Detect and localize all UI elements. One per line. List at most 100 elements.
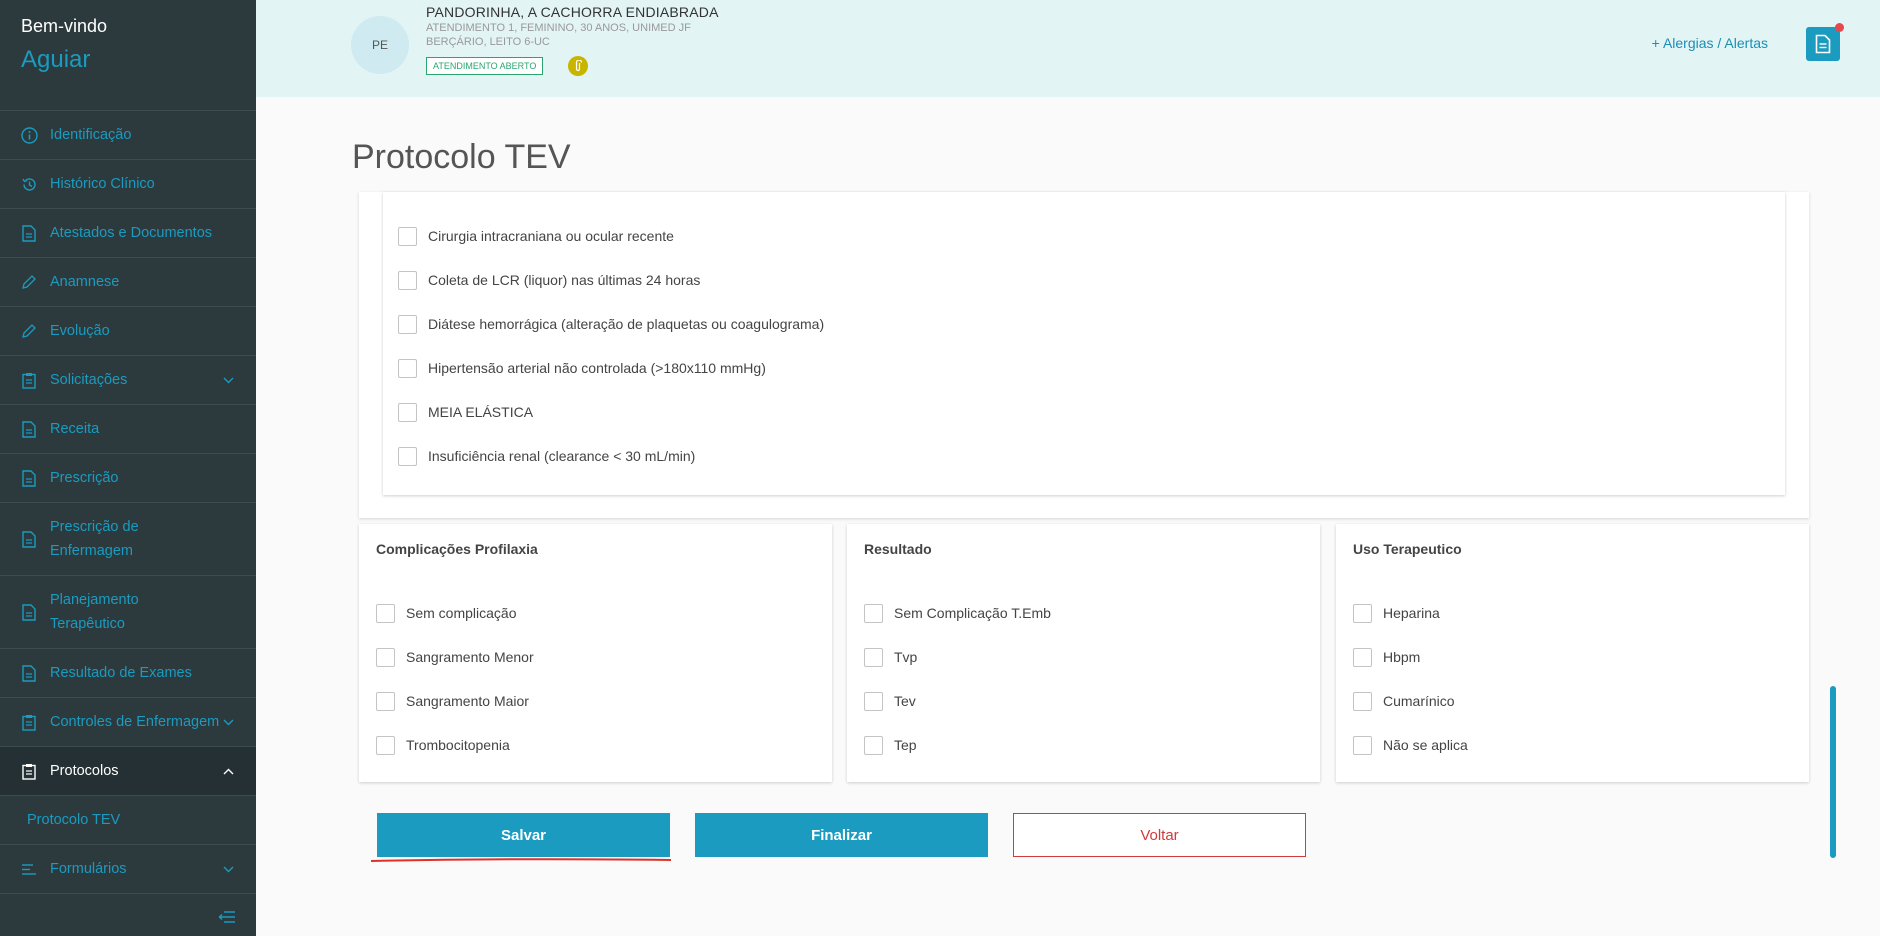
checkbox[interactable] [398, 314, 417, 334]
card-complicacoes-profilaxia: Complicações Profilaxia Sem complicação … [359, 524, 832, 782]
list-item[interactable]: Cumarínico [1353, 679, 1468, 723]
list-item[interactable]: Trombocitopenia [376, 723, 534, 767]
list-item[interactable]: Tev [864, 679, 1051, 723]
sidebar-item-controles-enfermagem[interactable]: Controles de Enfermagem [0, 698, 256, 747]
checkbox[interactable] [1353, 735, 1372, 755]
save-button[interactable]: Salvar [377, 813, 670, 857]
checkbox[interactable] [864, 735, 883, 755]
allergies-alerts-link[interactable]: + Alergias / Alertas [1652, 35, 1768, 51]
checkbox[interactable] [376, 735, 395, 755]
pencil-icon [20, 322, 38, 340]
sidebar-item-protocolos[interactable]: Protocolos [0, 747, 256, 796]
sidebar-item-label: Formulários [50, 861, 127, 877]
checkbox[interactable] [398, 402, 417, 422]
sidebar-item-prescricao-enfermagem[interactable]: Prescrição de Enfermagem [0, 503, 256, 576]
checkbox[interactable] [376, 603, 395, 623]
sidebar-subitem-protocolo-tev[interactable]: Protocolo TEV [0, 796, 256, 845]
sidebar-item-receita[interactable]: Receita [0, 405, 256, 454]
back-button[interactable]: Voltar [1013, 813, 1306, 857]
checkbox[interactable] [398, 270, 417, 290]
list-item[interactable]: Hipertensão arterial não controlada (>18… [398, 346, 824, 390]
document-icon [20, 469, 38, 487]
sidebar: Bem-vindo Aguiar Identificação Histórico… [0, 0, 256, 936]
document-icon [20, 603, 38, 621]
page-title: Protocolo TEV [352, 138, 571, 176]
checkbox[interactable] [398, 226, 417, 246]
sidebar-item-label: Histórico Clínico [50, 176, 155, 192]
sidebar-item-planejamento[interactable]: Planejamento Terapêutico [0, 576, 256, 649]
patient-location: BERÇÁRIO, LEITO 6-UC [426, 36, 550, 48]
checkbox[interactable] [1353, 603, 1372, 623]
list-item[interactable]: Coleta de LCR (liquor) nas últimas 24 ho… [398, 258, 824, 302]
list-item[interactable]: Tvp [864, 635, 1051, 679]
red-underline-annotation [371, 858, 671, 862]
collapse-sidebar-icon[interactable] [218, 910, 236, 924]
documents-button[interactable] [1806, 23, 1844, 61]
sidebar-item-label: Prescrição de Enfermagem [50, 519, 139, 559]
pencil-icon [20, 273, 38, 291]
chevron-up-icon [222, 765, 234, 777]
checkbox[interactable] [1353, 647, 1372, 667]
list-item[interactable]: Sem Complicação T.Emb [864, 591, 1051, 635]
scrollbar[interactable] [1830, 686, 1836, 858]
contraindications-card: Cirurgia intracraniana ou ocular recente… [383, 192, 1785, 495]
list-item[interactable]: Sangramento Menor [376, 635, 534, 679]
sidebar-item-resultado-exames[interactable]: Resultado de Exames [0, 649, 256, 698]
list-item[interactable]: Heparina [1353, 591, 1468, 635]
checkbox-label: Sangramento Maior [406, 693, 529, 709]
history-icon [20, 175, 38, 193]
notification-dot [1835, 23, 1844, 32]
clipboard-icon [20, 371, 38, 389]
chevron-down-icon [222, 863, 234, 875]
patient-details: ATENDIMENTO 1, FEMININO, 30 ANOS, UNIMED… [426, 22, 691, 34]
sidebar-item-label: Protocolos [50, 763, 119, 779]
document-icon [20, 224, 38, 242]
sidebar-item-label: Prescrição [50, 470, 119, 486]
sidebar-item-prescricao[interactable]: Prescrição [0, 454, 256, 503]
card-title: Resultado [864, 541, 932, 557]
checkbox[interactable] [398, 446, 417, 466]
sidebar-item-label: Controles de Enfermagem [50, 714, 220, 730]
finish-button[interactable]: Finalizar [695, 813, 988, 857]
sidebar-item-formularios[interactable]: Formulários [0, 845, 256, 894]
list-item[interactable]: Diátese hemorrágica (alteração de plaque… [398, 302, 824, 346]
welcome-block: Bem-vindo Aguiar [0, 0, 256, 111]
card-title: Uso Terapeutico [1353, 541, 1462, 557]
checkbox[interactable] [376, 691, 395, 711]
sidebar-item-label: Receita [50, 421, 100, 437]
paperclip-icon[interactable] [568, 56, 589, 76]
sidebar-item-label: Planejamento Terapêutico [50, 592, 139, 632]
sidebar-item-historico[interactable]: Histórico Clínico [0, 160, 256, 209]
list-item[interactable]: Não se aplica [1353, 723, 1468, 767]
checkbox-label: Heparina [1383, 605, 1440, 621]
list-item[interactable]: Insuficiência renal (clearance < 30 mL/m… [398, 434, 824, 478]
list-item[interactable]: Sem complicação [376, 591, 534, 635]
checkbox-label: Cumarínico [1383, 693, 1455, 709]
sidebar-item-evolucao[interactable]: Evolução [0, 307, 256, 356]
list-item[interactable]: Tep [864, 723, 1051, 767]
checkbox-label: Tvp [894, 649, 918, 665]
checkbox[interactable] [864, 603, 883, 623]
checkbox[interactable] [398, 358, 417, 378]
checkbox[interactable] [1353, 691, 1372, 711]
list-item[interactable]: Cirurgia intracraniana ou ocular recente [398, 214, 824, 258]
checkbox[interactable] [864, 691, 883, 711]
sidebar-item-label: Evolução [50, 323, 110, 339]
list-item[interactable]: Sangramento Maior [376, 679, 534, 723]
sidebar-item-anamnese[interactable]: Anamnese [0, 258, 256, 307]
sidebar-item-atestados[interactable]: Atestados e Documentos [0, 209, 256, 258]
sidebar-item-label: Anamnese [50, 274, 120, 290]
list-item[interactable]: Hbpm [1353, 635, 1468, 679]
sidebar-subitem-label: Protocolo TEV [27, 812, 121, 828]
list-item[interactable]: MEIA ELÁSTICA [398, 390, 824, 434]
sidebar-item-identificacao[interactable]: Identificação [0, 111, 256, 160]
sidebar-item-label: Identificação [50, 127, 132, 143]
checkbox-label: Sem complicação [406, 605, 517, 621]
checkbox[interactable] [864, 647, 883, 667]
checkbox-label: Tev [894, 693, 916, 709]
sidebar-item-solicitacoes[interactable]: Solicitações [0, 356, 256, 405]
checkbox[interactable] [376, 647, 395, 667]
checkbox-label: Sem Complicação T.Emb [894, 605, 1051, 621]
sidebar-item-label: Solicitações [50, 372, 128, 388]
patient-name: PANDORINHA, A CACHORRA ENDIABRADA [426, 4, 719, 20]
